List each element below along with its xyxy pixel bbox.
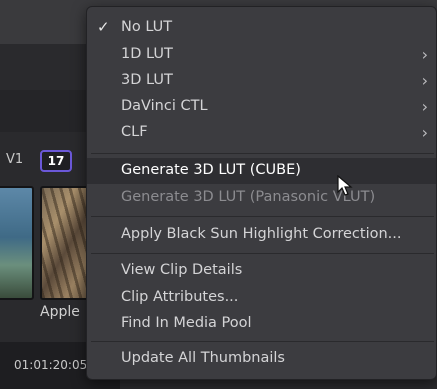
clip-count-badge: 17 [40,150,72,172]
submenu-chevron-icon: › [421,71,428,90]
context-menu: ✓ No LUT 1D LUT › 3D LUT › DaVinci CTL ›… [86,6,437,380]
menu-item-clf[interactable]: CLF › [87,120,436,146]
menu-item-label: View Clip Details [121,262,243,278]
clip-thumbnail[interactable] [0,186,34,300]
menu-item-black-sun-correction[interactable]: Apply Black Sun Highlight Correction... [87,222,436,248]
menu-item-clip-attributes[interactable]: Clip Attributes... [87,285,436,311]
clip-name: Apple [40,304,80,320]
menu-item-3d-lut[interactable]: 3D LUT › [87,68,436,94]
menu-item-generate-3d-lut-vlut[interactable]: Generate 3D LUT (Panasonic VLUT) [87,185,436,211]
submenu-chevron-icon: › [421,97,428,116]
menu-item-label: CLF [121,124,148,140]
menu-item-generate-3d-lut-cube[interactable]: Generate 3D LUT (CUBE) [87,158,436,184]
track-label: V1 [6,152,24,167]
checkmark-icon: ✓ [97,18,110,36]
submenu-chevron-icon: › [421,123,428,142]
menu-item-label: Update All Thumbnails [121,350,285,366]
menu-item-no-lut[interactable]: ✓ No LUT [87,15,436,41]
menu-item-label: Find In Media Pool [121,315,252,331]
menu-item-label: DaVinci CTL [121,98,208,114]
menu-item-label: Generate 3D LUT (CUBE) [121,162,301,178]
menu-item-view-clip-details[interactable]: View Clip Details [87,258,436,284]
submenu-chevron-icon: › [421,45,428,64]
menu-item-label: Apply Black Sun Highlight Correction... [121,226,402,242]
mouse-pointer-icon [337,175,353,196]
menu-item-label: 3D LUT [121,72,173,88]
menu-separator [91,341,434,342]
menu-separator [91,253,434,254]
menu-item-update-all-thumbnails[interactable]: Update All Thumbnails [87,346,436,372]
menu-separator [91,153,434,154]
menu-item-find-in-media-pool[interactable]: Find In Media Pool [87,311,436,337]
menu-item-label: 1D LUT [121,46,173,62]
menu-separator [91,216,434,217]
menu-item-davinci-ctl[interactable]: DaVinci CTL › [87,94,436,120]
menu-item-label: Clip Attributes... [121,289,239,305]
menu-item-1d-lut[interactable]: 1D LUT › [87,42,436,68]
timecode-display: 01:01:20:05 [14,358,88,372]
menu-item-label: No LUT [121,19,173,35]
